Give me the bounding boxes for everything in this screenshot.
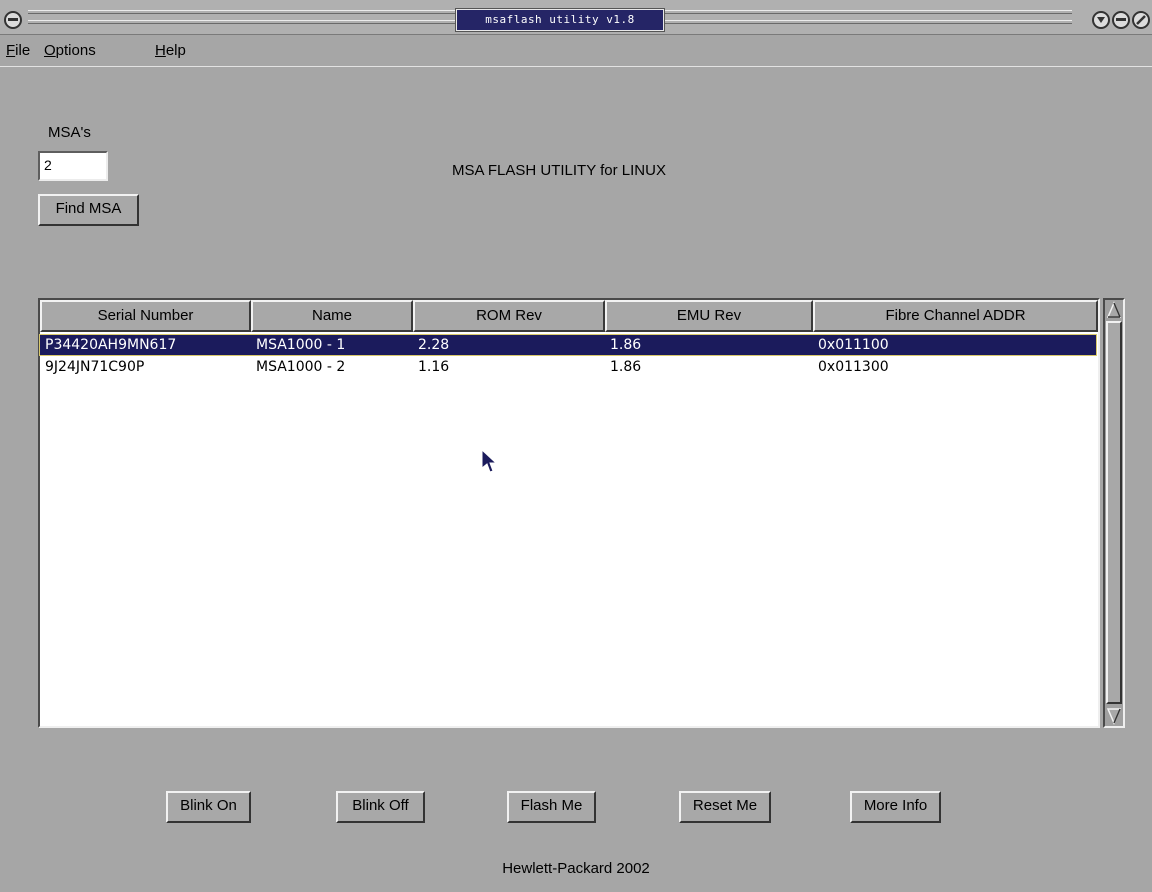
column-header-rom-rev[interactable]: ROM Rev <box>413 300 605 332</box>
table-header: Serial Number Name ROM Rev EMU Rev Fibre… <box>40 300 1098 332</box>
close-button[interactable] <box>1132 11 1150 29</box>
minimize-icon <box>1097 17 1105 23</box>
column-header-fibre-channel-addr[interactable]: Fibre Channel ADDR <box>813 300 1098 332</box>
more-info-button[interactable]: More Info <box>850 791 941 823</box>
menu-file-label: ile <box>15 42 31 59</box>
msa-count-label: MSA's <box>48 124 91 141</box>
column-header-emu-rev[interactable]: EMU Rev <box>605 300 813 332</box>
column-header-serial-number[interactable]: Serial Number <box>40 300 251 332</box>
cell-fibre-channel-addr: 0x011100 <box>818 337 889 353</box>
table-row[interactable]: 9J24JN71C90P MSA1000 - 2 1.16 1.86 0x011… <box>40 357 1096 377</box>
cell-serial-number: P34420AH9MN617 <box>45 337 177 353</box>
cell-name: MSA1000 - 1 <box>256 337 346 353</box>
menu-help-label: elp <box>165 42 186 59</box>
cell-rom-rev: 1.16 <box>418 359 450 375</box>
table-scrollbar[interactable] <box>1103 298 1125 728</box>
table-row[interactable]: P34420AH9MN617 MSA1000 - 1 2.28 1.86 0x0… <box>39 334 1097 356</box>
reset-me-button[interactable]: Reset Me <box>679 791 771 823</box>
footer-text: Hewlett-Packard 2002 <box>502 860 650 877</box>
scroll-up-arrow-icon <box>1106 301 1122 318</box>
minimize-button[interactable] <box>1092 11 1110 29</box>
title-bar[interactable]: msaflash utility v1.8 <box>0 0 1152 35</box>
cell-rom-rev: 2.28 <box>418 337 450 353</box>
msa-count-field[interactable]: 2 <box>38 151 108 181</box>
menu-options-mnemonic: O <box>44 42 56 59</box>
cell-fibre-channel-addr: 0x011300 <box>818 359 889 375</box>
menu-file[interactable]: File <box>6 42 30 59</box>
menu-help[interactable]: Help <box>155 42 186 59</box>
window-menu-icon <box>8 18 18 21</box>
scrollbar-thumb[interactable] <box>1106 321 1122 704</box>
maximize-icon <box>1116 18 1126 21</box>
menu-help-mnemonic: H <box>155 42 166 59</box>
close-icon <box>1136 15 1146 25</box>
msa-table[interactable]: Serial Number Name ROM Rev EMU Rev Fibre… <box>38 298 1100 728</box>
window-menu-button[interactable] <box>4 11 22 29</box>
page-title: MSA FLASH UTILITY for LINUX <box>452 162 666 179</box>
find-msa-button[interactable]: Find MSA <box>38 194 139 226</box>
mouse-pointer-icon <box>481 449 498 473</box>
menu-divider <box>0 66 1152 67</box>
cell-emu-rev: 1.86 <box>610 337 642 353</box>
column-header-name[interactable]: Name <box>251 300 413 332</box>
flash-me-button[interactable]: Flash Me <box>507 791 596 823</box>
window-title: msaflash utility v1.8 <box>455 8 665 32</box>
blink-off-button[interactable]: Blink Off <box>336 791 425 823</box>
blink-on-button[interactable]: Blink On <box>166 791 251 823</box>
cell-serial-number: 9J24JN71C90P <box>45 359 145 375</box>
menu-bar: File Options Help <box>0 35 1152 67</box>
scroll-down-arrow-icon <box>1106 708 1122 725</box>
menu-options[interactable]: Options <box>44 42 96 59</box>
scroll-down-button[interactable] <box>1106 707 1122 725</box>
cell-emu-rev: 1.86 <box>610 359 642 375</box>
cell-name: MSA1000 - 2 <box>256 359 346 375</box>
scroll-up-button[interactable] <box>1106 301 1122 319</box>
menu-options-label: ptions <box>55 42 96 59</box>
maximize-button[interactable] <box>1112 11 1130 29</box>
menu-file-mnemonic: F <box>6 42 16 59</box>
